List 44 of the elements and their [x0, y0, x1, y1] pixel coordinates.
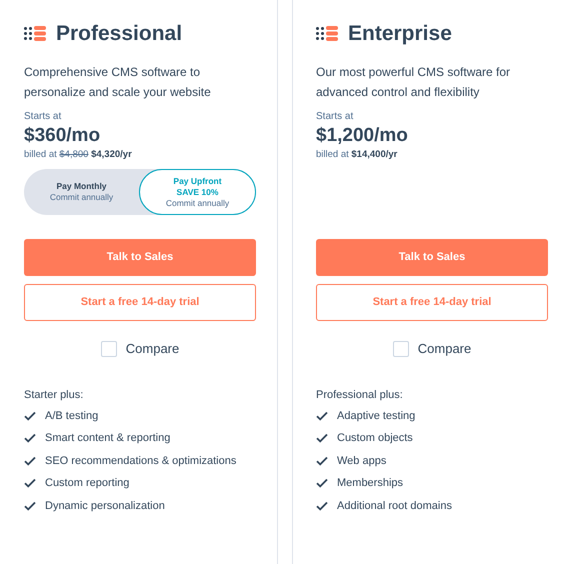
check-icon: [316, 478, 328, 488]
free-trial-button[interactable]: Start a free 14-day trial: [24, 284, 256, 321]
compare-checkbox[interactable]: [100, 340, 117, 357]
feature-text: SEO recommendations & optimizations: [45, 454, 236, 468]
billing-option[interactable]: Pay Upfront SAVE 10% Commit annually: [139, 169, 256, 215]
talk-to-sales-button[interactable]: Talk to Sales: [316, 239, 548, 276]
compare-label: Compare: [126, 340, 180, 358]
free-trial-button[interactable]: Start a free 14-day trial: [316, 284, 548, 321]
feature-text: A/B testing: [45, 408, 98, 424]
compare-checkbox[interactable]: [392, 340, 409, 357]
feature-text: Smart content & reporting: [45, 431, 170, 446]
check-icon: [316, 410, 328, 421]
logo-icon: [24, 26, 46, 40]
logo-icon: [316, 26, 338, 40]
feature-text: Additional root domains: [337, 498, 452, 514]
billed-text: billed at $14,400/yr: [316, 148, 398, 162]
check-icon: [316, 500, 328, 511]
billed-text: billed at $4,800 $4,320/yr: [24, 148, 133, 162]
plan-price: $360/mo: [24, 124, 102, 148]
compare-label: Compare: [418, 340, 472, 358]
plan-description: Our most powerful CMS software for advanced control and flexibility: [316, 64, 512, 101]
check-icon: [316, 456, 328, 466]
starts-label: Starts at: [316, 110, 354, 124]
feature-text: Adaptive testing: [337, 408, 416, 424]
check-icon: [24, 433, 36, 444]
feature-text: Custom reporting: [45, 476, 130, 491]
feature-text: Custom objects: [337, 431, 413, 446]
talk-to-sales-button[interactable]: Talk to Sales: [24, 239, 256, 276]
feature-text: Web apps: [337, 454, 386, 468]
check-icon: [24, 410, 36, 421]
feature-text: Dynamic personalization: [45, 498, 165, 514]
check-icon: [316, 433, 328, 444]
starts-label: Starts at: [24, 110, 62, 124]
features-heading: Starter plus:: [24, 388, 84, 402]
feature-text: Memberships: [337, 476, 404, 491]
plan-title: Professional: [56, 22, 182, 44]
plan-title: Enterprise: [348, 22, 452, 44]
check-icon: [24, 456, 36, 466]
plan-price: $1,200/mo: [316, 124, 409, 148]
billing-option[interactable]: Pay Monthly Commit annually: [24, 169, 139, 215]
features-heading: Professional plus:: [316, 388, 404, 402]
check-icon: [24, 500, 36, 511]
check-icon: [24, 478, 36, 488]
plan-description: Comprehensive CMS software to personalize and scale your website: [24, 64, 212, 101]
